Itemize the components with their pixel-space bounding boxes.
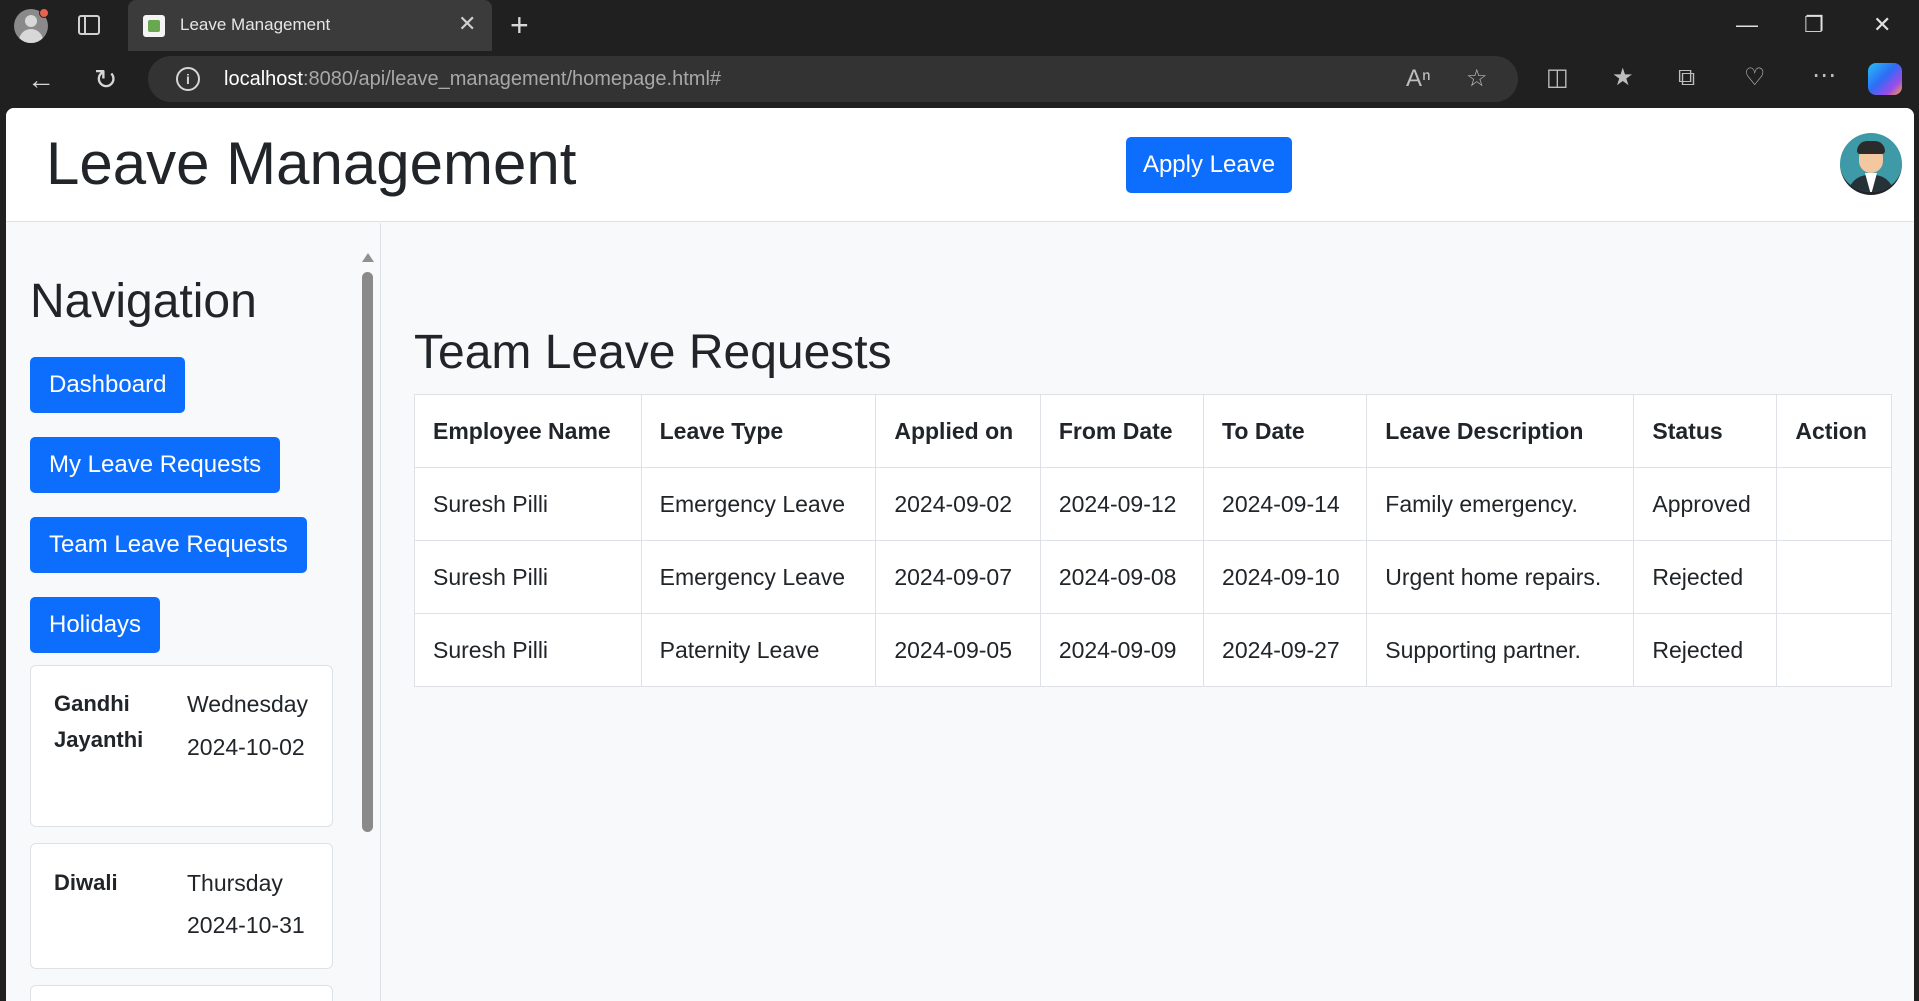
- favicon-icon: [143, 15, 165, 37]
- split-screen-icon[interactable]: ◫: [1546, 65, 1569, 91]
- browser-tab-bar: Leave Management ✕ + — ❐ ✕: [0, 0, 1919, 51]
- leave-type-cell: Emergency Leave: [640, 540, 877, 614]
- sidebar-scrollbar[interactable]: [361, 253, 374, 1001]
- column-header: Leave Description: [1366, 394, 1635, 468]
- status-cell: Rejected: [1633, 613, 1778, 687]
- column-header: To Date: [1203, 394, 1368, 468]
- address-bar[interactable]: i localhost:8080/api/leave_management/ho…: [148, 56, 1518, 102]
- sidebar: Navigation Dashboard My Leave Requests T…: [6, 223, 381, 1001]
- action-cell: [1776, 613, 1892, 687]
- employee-name-cell: Suresh Pilli: [414, 540, 642, 614]
- holiday-card: Diwali Thursday 2024-10-31: [30, 843, 333, 969]
- to-date-cell: 2024-09-14: [1203, 467, 1368, 541]
- apply-leave-button[interactable]: Apply Leave: [1126, 137, 1292, 193]
- action-cell: [1776, 467, 1892, 541]
- column-header: Employee Name: [414, 394, 642, 468]
- table-row: Suresh Pilli Emergency Leave 2024-09-02 …: [414, 467, 1892, 541]
- status-cell: Rejected: [1633, 540, 1778, 614]
- favorites-icon[interactable]: ★: [1612, 65, 1634, 91]
- leave-description-cell: Urgent home repairs.: [1366, 540, 1635, 614]
- holiday-name: Diwali: [54, 870, 118, 895]
- browser-tab[interactable]: Leave Management ✕: [128, 0, 492, 51]
- notification-dot: [39, 8, 49, 18]
- column-header: Action: [1776, 394, 1892, 468]
- column-header: Leave Type: [640, 394, 877, 468]
- site-info-icon[interactable]: i: [176, 67, 200, 91]
- tab-title: Leave Management: [180, 15, 331, 34]
- scroll-up-icon[interactable]: [362, 253, 374, 262]
- collections-icon[interactable]: ⧉: [1678, 65, 1695, 91]
- applied-on-cell: 2024-09-07: [875, 540, 1041, 614]
- holiday-date: 2024-10-02: [187, 734, 305, 760]
- action-cell: [1776, 540, 1892, 614]
- table-header-row: Employee Name Leave Type Applied on From…: [414, 394, 1892, 468]
- read-aloud-icon[interactable]: Aⁿ: [1406, 66, 1431, 92]
- refresh-icon[interactable]: ↻: [94, 63, 117, 97]
- sidebar-item-my-leave-requests[interactable]: My Leave Requests: [30, 437, 281, 493]
- column-header: Applied on: [875, 394, 1041, 468]
- to-date-cell: 2024-09-27: [1203, 613, 1368, 687]
- holiday-card: [30, 985, 333, 1001]
- restore-icon[interactable]: ❐: [1804, 10, 1824, 40]
- employee-name-cell: Suresh Pilli: [414, 467, 642, 541]
- column-header: From Date: [1039, 394, 1205, 468]
- holiday-card: Gandhi Jayanthi Wednesday 2024-10-02: [30, 665, 333, 827]
- url-text[interactable]: localhost:8080/api/leave_management/home…: [224, 68, 721, 91]
- sidebar-item-holidays[interactable]: Holidays: [30, 597, 161, 653]
- avatar[interactable]: [1840, 133, 1902, 195]
- leave-type-cell: Emergency Leave: [640, 467, 877, 541]
- column-header: Status: [1633, 394, 1778, 468]
- sidebar-item-team-leave-requests[interactable]: Team Leave Requests: [30, 517, 307, 573]
- leave-description-cell: Supporting partner.: [1366, 613, 1635, 687]
- leave-type-cell: Paternity Leave: [640, 613, 877, 687]
- app-header: Leave Management Apply Leave: [6, 108, 1914, 222]
- from-date-cell: 2024-09-08: [1039, 540, 1205, 614]
- sidebar-item-dashboard[interactable]: Dashboard: [30, 357, 186, 413]
- employee-name-cell: Suresh Pilli: [414, 613, 642, 687]
- section-title: Team Leave Requests: [414, 326, 892, 379]
- sidebar-heading: Navigation: [30, 275, 257, 328]
- more-icon[interactable]: ⋯: [1812, 63, 1836, 89]
- copilot-icon[interactable]: [1868, 63, 1902, 95]
- window-close-icon[interactable]: ✕: [1873, 10, 1891, 40]
- page-viewport: Leave Management Apply Leave Navigation …: [6, 108, 1914, 1001]
- holiday-day: Wednesday: [187, 691, 309, 717]
- status-cell: Approved: [1633, 467, 1778, 541]
- holiday-name: Gandhi Jayanthi: [54, 691, 144, 752]
- table-row: Suresh Pilli Paternity Leave 2024-09-05 …: [414, 613, 1892, 687]
- holiday-date: 2024-10-31: [187, 912, 305, 938]
- from-date-cell: 2024-09-12: [1039, 467, 1205, 541]
- to-date-cell: 2024-09-10: [1203, 540, 1368, 614]
- tab-actions-icon[interactable]: [78, 15, 100, 35]
- page-title: Leave Management: [46, 130, 577, 197]
- holiday-day: Thursday: [187, 870, 283, 896]
- favorite-star-icon[interactable]: ☆: [1466, 66, 1488, 92]
- tab-close-icon[interactable]: ✕: [458, 11, 476, 37]
- browser-essentials-icon[interactable]: ♡: [1744, 65, 1766, 91]
- back-icon[interactable]: ←: [27, 63, 55, 97]
- leave-description-cell: Family emergency.: [1366, 467, 1635, 541]
- applied-on-cell: 2024-09-02: [875, 467, 1041, 541]
- from-date-cell: 2024-09-09: [1039, 613, 1205, 687]
- browser-toolbar: ← ↻ i localhost:8080/api/leave_managemen…: [0, 51, 1919, 108]
- scroll-thumb[interactable]: [362, 272, 373, 832]
- new-tab-icon[interactable]: +: [510, 7, 529, 43]
- table-row: Suresh Pilli Emergency Leave 2024-09-07 …: [414, 540, 1892, 614]
- minimize-icon[interactable]: —: [1736, 10, 1758, 40]
- team-leave-requests-table: Employee Name Leave Type Applied on From…: [414, 394, 1892, 687]
- applied-on-cell: 2024-09-05: [875, 613, 1041, 687]
